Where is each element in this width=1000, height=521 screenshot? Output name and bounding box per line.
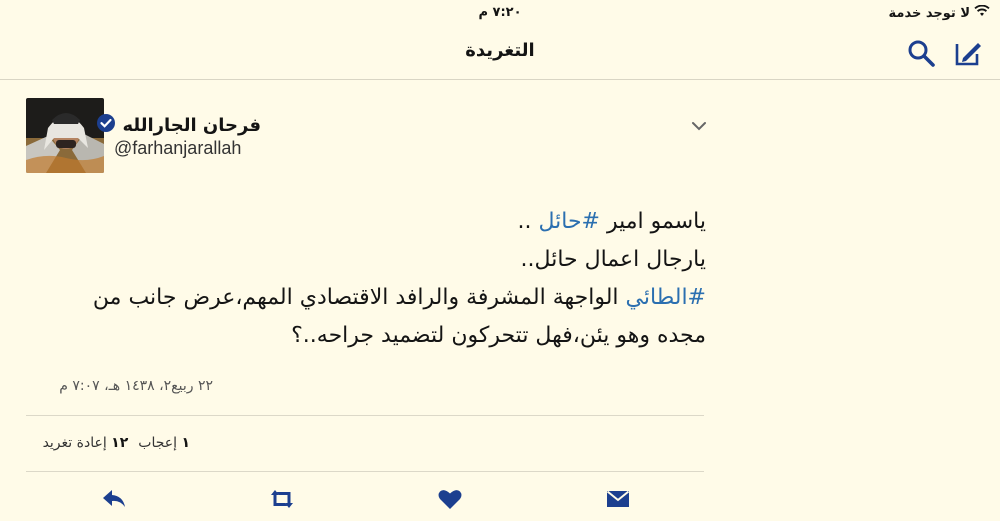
hashtag-link[interactable]: #حائل: [538, 209, 600, 234]
chevron-down-icon[interactable]: [688, 115, 710, 137]
verified-icon: [96, 113, 116, 138]
tweet-line: يارجال اعمال حائل..: [520, 247, 706, 272]
divider: [26, 415, 704, 416]
like-heart-icon[interactable]: [436, 485, 464, 513]
likes-label: إعجاب: [138, 435, 177, 451]
direct-message-icon[interactable]: [604, 485, 632, 513]
tweet-text-fragment: ..: [517, 209, 539, 234]
page-title: التغريدة: [465, 40, 535, 61]
tweet-text: ياسمو امير #حائل .. يارجال اعمال حائل.. …: [66, 203, 706, 355]
hashtag-link[interactable]: #الطائي: [626, 285, 706, 310]
retweets-stat[interactable]: ١٢ إعادة تغريد: [43, 435, 129, 451]
navbar: التغريدة: [0, 26, 1000, 80]
author-handle[interactable]: @farhanjarallah: [114, 138, 241, 159]
author-name[interactable]: فرحان الجارالله: [122, 115, 261, 136]
retweets-count: ١٢: [111, 435, 129, 451]
tweet-line: ياسمو امير #حائل ..: [66, 203, 706, 241]
status-time: ٧:٢٠ م: [478, 5, 522, 20]
tweet-action-bar: [0, 482, 1000, 516]
avatar[interactable]: [26, 98, 104, 173]
retweets-label: إعادة تغريد: [42, 435, 107, 451]
tweet-line: #الطائي الواجهة المشرفة والرافد الاقتصاد…: [66, 279, 706, 317]
reply-icon[interactable]: [100, 485, 128, 513]
tweet-detail-screen: لا توجد خدمة ٧:٢٠ م التغريدة فرحان الجار…: [0, 0, 1000, 521]
likes-stat[interactable]: ١ إعجاب: [138, 435, 190, 451]
likes-count: ١: [181, 435, 190, 451]
tweet-line: مجده وهو يئن،فهل تتحركون لتضميد جراحه..؟: [291, 323, 706, 348]
author-name-row[interactable]: فرحان الجارالله: [96, 113, 261, 138]
tweet-timestamp: ٢٢ ربيع٢، ١٤٣٨ هـ، ٧:٠٧ م: [59, 378, 213, 394]
tweet-text-fragment: ياسمو امير: [599, 209, 706, 234]
tweet-stats: ١ إعجاب ١٢ إعادة تغريد: [43, 435, 190, 451]
tweet-text-fragment: الواجهة المشرفة والرافد الاقتصادي المهم،…: [92, 285, 626, 310]
retweet-icon[interactable]: [268, 485, 296, 513]
divider: [26, 471, 704, 472]
